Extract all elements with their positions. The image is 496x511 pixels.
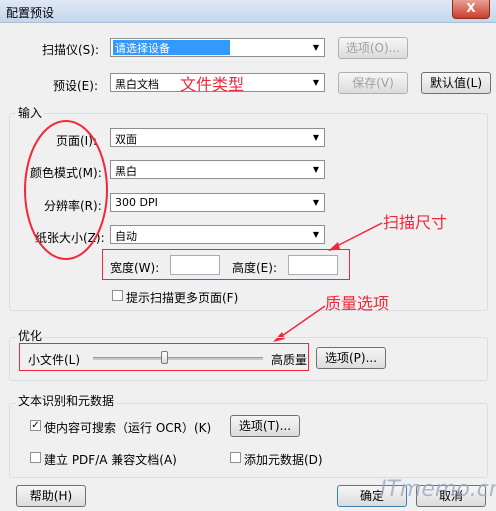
metadata-label: 添加元数据(D) (244, 453, 323, 467)
pdfa-checkbox[interactable] (30, 452, 41, 463)
chevron-down-icon: ▼ (312, 165, 320, 174)
chevron-down-icon: ▼ (312, 133, 320, 142)
color-mode-value: 黑白 (115, 165, 137, 178)
small-file-label: 小文件(L) (28, 353, 81, 367)
width-label: 宽度(W): (110, 261, 160, 275)
annotation-ellipse (24, 120, 108, 260)
preset-save-button[interactable]: 保存(V) (338, 72, 408, 94)
quality-slider-thumb[interactable] (161, 351, 169, 364)
paper-size-select[interactable]: 自动 ▼ (110, 225, 325, 244)
searchable-checkbox[interactable]: ✓ (30, 420, 41, 431)
dialog-title: 配置预设 (6, 6, 55, 20)
preset-label: 预设(E): (53, 79, 98, 93)
metadata-checkbox[interactable] (230, 452, 241, 463)
annotation-quality: 质量选项 (325, 294, 390, 313)
height-input[interactable] (288, 255, 338, 275)
quality-slider-track[interactable] (93, 357, 263, 360)
preset-value: 黑白文档 (115, 78, 159, 91)
searchable-label: 使内容可搜索（运行 OCR）(K) (44, 421, 212, 435)
scanner-label: 扫描仪(S): (42, 43, 100, 57)
chevron-down-icon: ▼ (312, 230, 320, 239)
optimize-options-button[interactable]: 选项(P)... (316, 347, 386, 369)
close-button[interactable]: X (452, 0, 490, 19)
color-mode-select[interactable]: 黑白 ▼ (110, 160, 325, 179)
pdfa-label: 建立 PDF/A 兼容文档(A) (44, 453, 177, 467)
height-label: 高度(E): (232, 261, 277, 275)
scanner-select[interactable]: 请选择设备 ▼ (110, 38, 325, 57)
optimize-group-title: 优化 (16, 327, 45, 344)
prompt-more-pages-checkbox[interactable] (112, 290, 123, 301)
resolution-value: 300 DPI (115, 196, 158, 209)
chevron-down-icon: ▼ (312, 43, 320, 52)
width-input[interactable] (170, 255, 220, 275)
scanner-value: 请选择设备 (113, 40, 230, 55)
watermark: ITmemo.cn (380, 477, 496, 502)
annotation-file-type: 文件类型 (180, 75, 245, 94)
page-value: 双面 (115, 133, 137, 146)
ocr-options-button[interactable]: 选项(T)... (230, 415, 300, 437)
preset-dialog: 配置预设 X 扫描仪(S): 请选择设备 ▼ 选项(O)... 预设(E): 黑… (0, 0, 496, 511)
scanner-options-button[interactable]: 选项(O)... (338, 37, 408, 59)
resolution-select[interactable]: 300 DPI ▼ (110, 193, 325, 212)
high-quality-label: 高质量 (271, 353, 308, 367)
chevron-down-icon: ▼ (312, 78, 320, 87)
annotation-scan-size: 扫描尺寸 (383, 213, 448, 232)
default-button[interactable]: 默认值(L) (421, 72, 491, 94)
prompt-more-pages-label: 提示扫描更多页面(F) (126, 291, 239, 305)
page-select[interactable]: 双面 ▼ (110, 128, 325, 147)
help-button[interactable]: 帮助(H) (16, 485, 86, 507)
chevron-down-icon: ▼ (312, 198, 320, 207)
paper-size-value: 自动 (115, 230, 137, 243)
title-bar (0, 0, 496, 23)
ocr-group-title: 文本识别和元数据 (16, 392, 117, 409)
